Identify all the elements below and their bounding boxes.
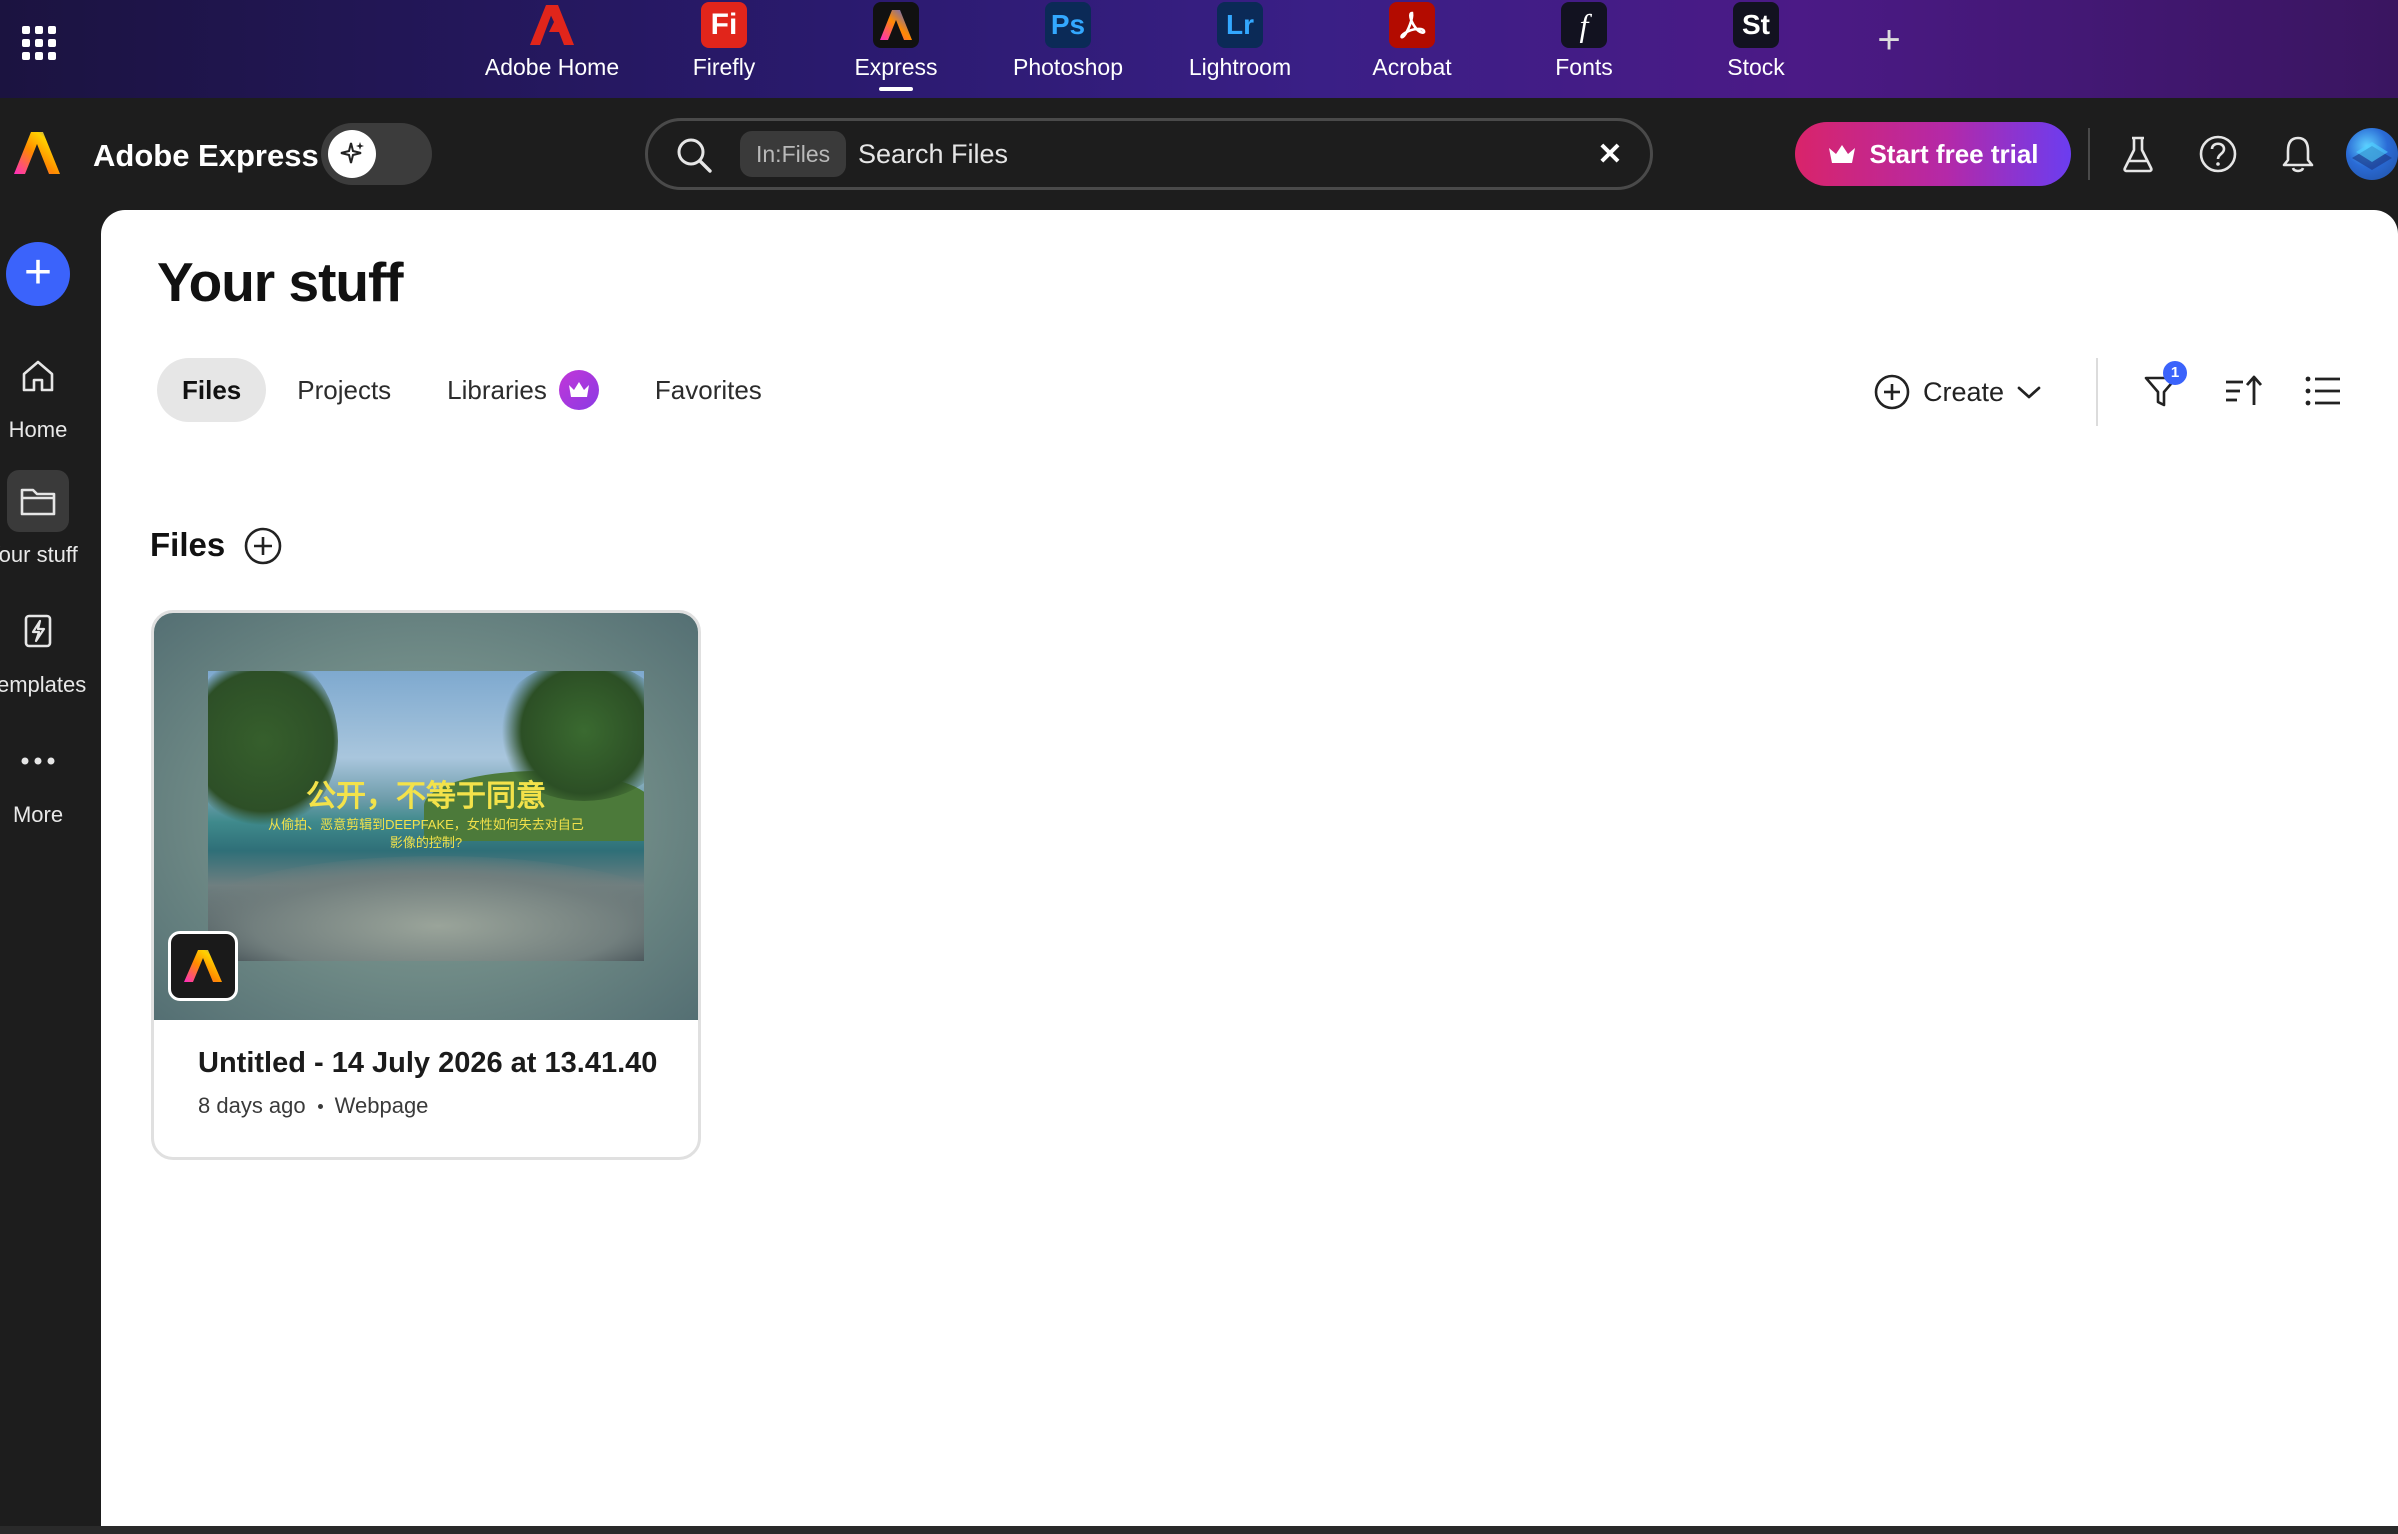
- app-fonts[interactable]: f Fonts: [1498, 0, 1670, 98]
- templates-icon: [7, 600, 69, 662]
- app-name: Acrobat: [1372, 54, 1452, 80]
- content-tabs: Files Projects Libraries Favorites: [157, 358, 787, 422]
- search-input[interactable]: [858, 131, 1558, 177]
- active-app-indicator: [879, 87, 913, 91]
- rail-item-more[interactable]: More: [0, 730, 76, 828]
- add-circle-icon: [244, 527, 282, 565]
- clear-search-icon[interactable]: ✕: [1590, 135, 1630, 175]
- add-circle-icon: [1874, 374, 1910, 410]
- file-thumbnail: 公开，不等于同意 从偷拍、恶意剪辑到DEEPFAKE，女性如何失去对自己影像的控…: [154, 613, 698, 1020]
- crown-icon: [1829, 145, 1856, 163]
- app-name: Express: [854, 54, 938, 80]
- rail-label: More: [12, 802, 64, 827]
- app-express[interactable]: Express: [810, 0, 982, 98]
- app-name: Photoshop: [1013, 54, 1123, 80]
- app-photoshop[interactable]: Ps Photoshop: [982, 0, 1154, 98]
- filter-count-badge: 1: [2163, 361, 2187, 385]
- file-type: Webpage: [334, 1093, 429, 1118]
- start-free-trial-button[interactable]: Start free trial: [1795, 122, 2071, 186]
- chevron-down-icon: [2017, 386, 2041, 399]
- file-modified: 8 days ago: [198, 1093, 306, 1118]
- bottom-edge: [0, 1526, 2398, 1534]
- rail-item-templates[interactable]: Templates: [0, 600, 87, 698]
- sort-button[interactable]: [2219, 367, 2267, 415]
- app-grid-icon[interactable]: [18, 22, 58, 62]
- lightroom-icon: Lr: [1217, 2, 1263, 48]
- ai-mode-toggle[interactable]: [321, 123, 432, 185]
- file-meta: 8 days ago Webpage: [198, 1093, 428, 1119]
- photoshop-icon: Ps: [1045, 2, 1091, 48]
- tab-label: Libraries: [447, 374, 547, 405]
- create-new-button[interactable]: +: [6, 242, 70, 306]
- header-divider: [2088, 128, 2090, 180]
- list-view-button[interactable]: [2299, 367, 2347, 415]
- help-icon[interactable]: [2192, 128, 2244, 180]
- list-view-icon: [2305, 376, 2340, 406]
- page-title: Your stuff: [157, 251, 404, 313]
- app-name: Stock: [1727, 54, 1785, 80]
- section-title: Files: [150, 526, 226, 563]
- labs-icon[interactable]: [2112, 128, 2164, 180]
- rail-item-your-stuff[interactable]: Your stuff: [0, 470, 78, 568]
- toolbar-divider: [2096, 358, 2098, 426]
- search-scope-chip[interactable]: In:Files: [740, 131, 847, 177]
- add-app-button[interactable]: +: [1872, 18, 1906, 62]
- tab-libraries[interactable]: Libraries: [422, 358, 624, 422]
- app-name: Firefly: [692, 54, 756, 80]
- rail-label: Templates: [0, 672, 87, 697]
- rail-label: Home: [8, 417, 68, 442]
- trial-label: Start free trial: [1869, 138, 2039, 169]
- sparkle-icon: [328, 130, 376, 178]
- app-lightroom[interactable]: Lr Lightroom: [1154, 0, 1326, 98]
- add-file-button[interactable]: [243, 526, 283, 566]
- sort-icon: [2226, 375, 2263, 405]
- express-header: Adobe Express In:Files ✕ Start free tria…: [0, 98, 2398, 210]
- filter-button[interactable]: 1: [2137, 361, 2187, 415]
- left-rail: + Home Your stuff Templates More: [0, 210, 101, 1534]
- app-name: Adobe Home: [484, 54, 620, 80]
- tab-label: Files: [182, 374, 242, 405]
- stock-icon: St: [1733, 2, 1779, 48]
- bell-icon[interactable]: [2272, 128, 2324, 180]
- express-icon: [873, 2, 919, 48]
- separator-dot: [317, 1103, 323, 1109]
- thumbnail-image: 公开，不等于同意 从偷拍、恶意剪辑到DEEPFAKE，女性如何失去对自己影像的控…: [208, 671, 644, 961]
- search-bar[interactable]: In:Files ✕: [645, 118, 1653, 190]
- file-title: Untitled - 14 July 2026 at 13.41.40: [198, 1047, 658, 1079]
- thumbnail-heading: 公开，不等于同意: [306, 780, 546, 813]
- brand-name: Adobe Express: [93, 138, 319, 173]
- main-panel: Your stuff Files Projects Libraries Favo…: [101, 210, 2398, 1526]
- app-adobe-home[interactable]: Adobe Home: [466, 0, 638, 98]
- tab-favorites[interactable]: Favorites: [630, 358, 787, 422]
- fonts-icon: f: [1561, 2, 1607, 48]
- home-icon: [7, 345, 69, 407]
- app-name: Lightroom: [1188, 54, 1292, 80]
- folder-icon: [7, 470, 69, 532]
- thumbnail-subheading: 从偷拍、恶意剪辑到DEEPFAKE，女性如何失去对自己影像的控制?: [268, 817, 584, 850]
- express-logo-icon[interactable]: [12, 128, 62, 178]
- app-stock[interactable]: St Stock: [1670, 0, 1842, 98]
- firefly-icon: Fi: [701, 2, 747, 48]
- tab-files[interactable]: Files: [157, 358, 267, 422]
- acrobat-icon: [1389, 2, 1435, 48]
- tab-label: Favorites: [654, 374, 762, 405]
- tab-projects[interactable]: Projects: [272, 358, 416, 422]
- avatar[interactable]: [2346, 128, 2398, 180]
- adobe-logo-icon: [529, 2, 575, 48]
- express-file-type-icon: [168, 931, 238, 1001]
- app-firefly[interactable]: Fi Firefly: [638, 0, 810, 98]
- app-acrobat[interactable]: Acrobat: [1326, 0, 1498, 98]
- file-card[interactable]: 公开，不等于同意 从偷拍、恶意剪辑到DEEPFAKE，女性如何失去对自己影像的控…: [151, 610, 701, 1160]
- create-button[interactable]: Create: [1873, 370, 2042, 414]
- tab-label: Projects: [297, 374, 392, 405]
- premium-crown-icon: [558, 370, 599, 410]
- create-label: Create: [1923, 376, 2005, 407]
- rail-item-home[interactable]: Home: [0, 345, 76, 443]
- search-icon: [674, 135, 714, 175]
- app-name: Fonts: [1555, 54, 1613, 80]
- more-icon: [7, 730, 69, 792]
- rail-label: Your stuff: [0, 542, 78, 567]
- app-switcher-bar: Adobe Home Fi Firefly Express Ps Photosh…: [0, 0, 2398, 98]
